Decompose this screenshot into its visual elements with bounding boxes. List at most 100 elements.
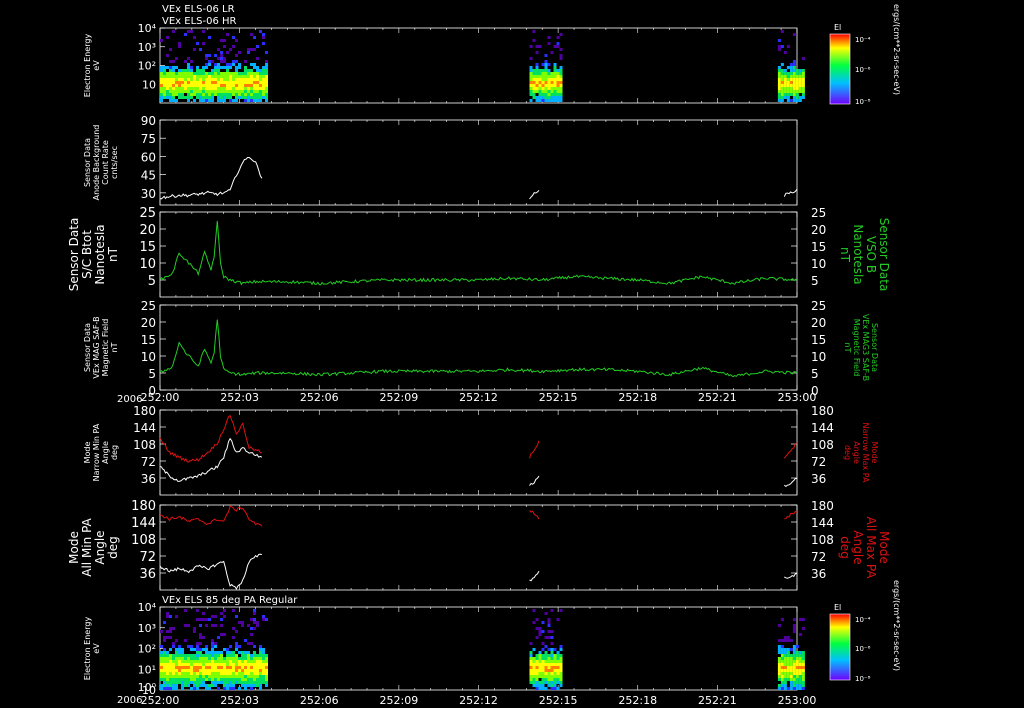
heatmap-cell — [163, 648, 166, 651]
heatmap-cell — [532, 621, 536, 624]
heatmap-cell — [175, 684, 178, 687]
heatmap-cell — [544, 54, 548, 57]
heatmap-cell — [532, 75, 536, 78]
heatmap-cell — [253, 678, 256, 681]
heatmap-cell — [265, 96, 268, 99]
heatmap-cell — [247, 651, 250, 654]
heatmap-cell — [223, 681, 226, 684]
heatmap-cell — [544, 81, 548, 84]
heatmap-cell — [259, 660, 262, 663]
heatmap-cell — [550, 96, 554, 99]
heatmap-cell — [532, 30, 536, 33]
heatmap-cell — [187, 78, 190, 81]
heatmap-cell — [250, 72, 253, 75]
heatmap-cell — [559, 672, 563, 675]
heatmap-cell — [547, 72, 551, 75]
heatmap-cell — [193, 72, 196, 75]
heatmap-cell — [178, 669, 181, 672]
y-tick-label-right: 108 — [811, 533, 834, 547]
heatmap-cell — [783, 93, 787, 96]
heatmap-cell — [789, 678, 793, 681]
heatmap-cell — [265, 60, 268, 63]
heatmap-cell — [547, 96, 551, 99]
x-tick-label: 252:09 — [380, 391, 419, 404]
heatmap-cell — [250, 642, 253, 645]
heatmap-cell — [166, 672, 169, 675]
y-axis-label: Count Rate — [101, 140, 110, 185]
heatmap-cell — [238, 681, 241, 684]
heatmap-cell — [205, 672, 208, 675]
heatmap-cell — [259, 99, 262, 102]
heatmap-cell — [777, 84, 781, 87]
heatmap-cell — [196, 657, 199, 660]
heatmap-cell — [559, 99, 563, 102]
heatmap-cell — [538, 687, 542, 690]
heatmap-cell — [214, 75, 217, 78]
heatmap-cell — [202, 648, 205, 651]
heatmap-cell — [214, 66, 217, 69]
heatmap-cell — [178, 645, 181, 648]
heatmap-cell — [214, 54, 217, 57]
heatmap-cell — [792, 90, 796, 93]
heatmap-cell — [178, 69, 181, 72]
heatmap-cell — [535, 675, 539, 678]
heatmap-cell — [235, 93, 238, 96]
heatmap-cell — [199, 636, 202, 639]
heatmap-cell — [238, 51, 241, 54]
y-axis-label-right: deg — [838, 536, 852, 559]
heatmap-cell — [193, 48, 196, 51]
heatmap-cell — [253, 99, 256, 102]
heatmap-cell — [556, 93, 560, 96]
heatmap-cell — [259, 681, 262, 684]
heatmap-cell — [187, 30, 190, 33]
heatmap-cell — [220, 678, 223, 681]
heatmap-cell — [535, 96, 539, 99]
heatmap-cell — [181, 90, 184, 93]
heatmap-cell — [223, 633, 226, 636]
heatmap-cell — [535, 63, 539, 66]
heatmap-cell — [265, 87, 268, 90]
heatmap-cell — [178, 651, 181, 654]
y-tick-label: 72 — [139, 550, 156, 565]
heatmap-cell — [262, 654, 265, 657]
y-tick-label-right: 5 — [811, 367, 819, 381]
heatmap-cell — [244, 687, 247, 690]
heatmap-cell — [211, 645, 214, 648]
heatmap-cell — [538, 90, 542, 93]
heatmap-cell — [178, 666, 181, 669]
heatmap-cell — [795, 84, 799, 87]
heatmap-cell — [163, 87, 166, 90]
heatmap-cell — [160, 99, 163, 102]
heatmap-cell — [178, 84, 181, 87]
heatmap-cell — [801, 669, 805, 672]
heatmap-cell — [238, 90, 241, 93]
heatmap-cell — [262, 93, 265, 96]
heatmap-cell — [217, 72, 220, 75]
heatmap-cell — [172, 687, 175, 690]
heatmap-cell — [538, 93, 542, 96]
heatmap-cell — [786, 669, 790, 672]
heatmap-cell — [535, 69, 539, 72]
y-axis-label: nT — [106, 246, 120, 262]
heatmap-cell — [175, 615, 178, 618]
x-tick-label: 252:21 — [698, 694, 737, 707]
y-axis-label: eV — [92, 643, 101, 654]
heatmap-cell — [166, 66, 169, 69]
heatmap-cell — [777, 669, 781, 672]
heatmap-cell — [253, 609, 256, 612]
heatmap-cell — [178, 678, 181, 681]
heatmap-cell — [181, 669, 184, 672]
heatmap-cell — [181, 678, 184, 681]
heatmap-cell — [541, 87, 545, 90]
heatmap-cell — [202, 636, 205, 639]
heatmap-cell — [544, 672, 548, 675]
heatmap-cell — [538, 669, 542, 672]
y-axis-label: Mode — [67, 531, 81, 564]
heatmap-cell — [196, 87, 199, 90]
heatmap-cell — [253, 672, 256, 675]
heatmap-cell — [217, 636, 220, 639]
heatmap-cell — [178, 663, 181, 666]
heatmap-cell — [541, 687, 545, 690]
heatmap-cell — [235, 75, 238, 78]
heatmap-cell — [559, 69, 563, 72]
